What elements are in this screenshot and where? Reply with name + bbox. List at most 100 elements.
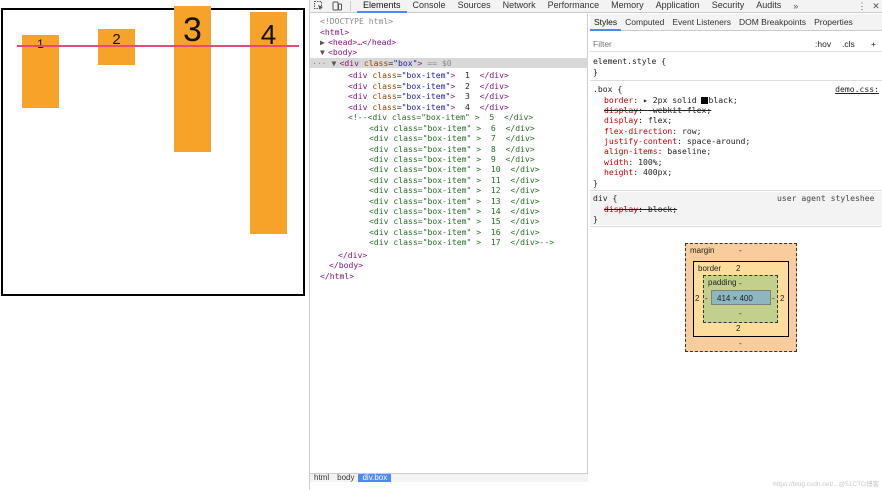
dom-comment-row[interactable]: <div class="box-item" > 14 </div>: [369, 206, 540, 216]
dom-comment-row[interactable]: <div class="box-item" > 12 </div>: [369, 185, 540, 195]
tab-performance[interactable]: Performance: [542, 0, 606, 13]
subtab-dom-breakpoints[interactable]: DOM Breakpoints: [735, 14, 810, 31]
padding-top-value[interactable]: -: [739, 279, 742, 288]
ua-rule-source: user agent styleshee: [777, 193, 875, 203]
dom-comment-row[interactable]: <div class="box-item" > 16 </div>: [369, 227, 540, 237]
tab-security[interactable]: Security: [706, 0, 751, 13]
dom-item-row[interactable]: <div class="box-item"> 1 </div>: [348, 70, 509, 80]
dom-comment-row[interactable]: <div class="box-item" > 15 </div>: [369, 216, 540, 226]
padding-bottom-value[interactable]: -: [739, 309, 742, 318]
toolbar-right: ⋮ ✕: [855, 0, 882, 13]
subtab-styles[interactable]: Styles: [590, 14, 622, 31]
more-tabs-button[interactable]: »: [787, 1, 804, 11]
ua-decl-display: display: block;: [604, 204, 678, 214]
tab-memory[interactable]: Memory: [605, 0, 650, 13]
breadcrumb-div-box[interactable]: div.box: [358, 474, 392, 482]
padding-label: padding: [708, 278, 737, 287]
rule-divider: [590, 190, 882, 191]
devtools-tab-bar: Elements Console Sources Network Perform…: [310, 0, 882, 13]
dom-comment-row[interactable]: <div class="box-item" > 8 </div>: [369, 144, 535, 154]
dom-comment-row[interactable]: <div class="box-item" > 9 </div>: [369, 154, 535, 164]
breadcrumb-html[interactable]: html: [310, 474, 333, 482]
flex-box-container: 1 2 3 4: [1, 6, 305, 296]
customize-menu-icon[interactable]: ⋮: [855, 0, 869, 13]
dom-body-close[interactable]: </body>: [329, 260, 363, 270]
dom-comment-row[interactable]: <!--<div class="box-item" > 5 </div>: [348, 112, 533, 122]
class-toggle[interactable]: .cls: [842, 36, 855, 52]
css-decl-height[interactable]: height: 400px;: [604, 167, 672, 177]
toolbar-divider: [350, 1, 351, 11]
css-decl-display[interactable]: display: flex;: [604, 115, 672, 125]
tab-sources[interactable]: Sources: [452, 0, 497, 13]
close-devtools-icon[interactable]: ✕: [869, 0, 882, 13]
box-item-3: 3: [174, 6, 211, 152]
margin-top-value[interactable]: -: [739, 246, 742, 255]
content-size-value[interactable]: 414 × 400: [717, 294, 753, 303]
dom-comment-row[interactable]: <div class="box-item" > 13 </div>: [369, 196, 540, 206]
css-decl-width[interactable]: width: 100%;: [604, 157, 663, 167]
tab-audits[interactable]: Audits: [750, 0, 787, 13]
border-left-value[interactable]: 2: [695, 294, 699, 303]
collapse-triangle-icon[interactable]: ▼: [332, 58, 340, 68]
tab-application[interactable]: Application: [650, 0, 706, 13]
subtab-event-listeners[interactable]: Event Listeners: [668, 14, 735, 31]
dom-comment-row[interactable]: <div class="box-item" > 7 </div>: [369, 133, 535, 143]
dom-box-attr-value: "box": [393, 58, 418, 68]
css-decl-flex-direction[interactable]: flex-direction: row;: [604, 126, 701, 136]
border-right-value[interactable]: 2: [780, 294, 784, 303]
ua-rule-selector[interactable]: div {: [593, 193, 617, 203]
dom-box-div-selected[interactable]: ··· ▼ <div class="box"> == $0: [310, 58, 588, 68]
dom-comment-row[interactable]: <div class="box-item" > 17 </div>-->: [369, 237, 554, 247]
dom-html-close[interactable]: </html>: [320, 271, 354, 281]
box-item-2: 2: [98, 29, 135, 65]
dom-body-tag: <body>: [328, 47, 358, 57]
subtab-computed[interactable]: Computed: [621, 14, 668, 31]
devtools-window: Elements Console Sources Network Perform…: [309, 0, 882, 490]
dom-body[interactable]: ▼ <body>: [320, 47, 357, 57]
page-preview: 1 2 3 4: [0, 0, 306, 490]
new-style-rule-button[interactable]: +: [871, 36, 876, 52]
dom-item-row[interactable]: <div class="box-item"> 3 </div>: [348, 91, 509, 101]
dom-head[interactable]: ▶ <head>…</head>: [320, 37, 396, 47]
css-decl-align-items[interactable]: align-items: baseline;: [604, 146, 711, 156]
tab-elements[interactable]: Elements: [357, 0, 407, 13]
dom-comment-row[interactable]: <div class="box-item" > 11 </div>: [369, 175, 540, 185]
box-rule-selector[interactable]: .box {: [593, 84, 622, 94]
border-top-value[interactable]: 2: [736, 264, 740, 273]
padding-left-value[interactable]: -: [705, 294, 708, 303]
box-rule-source-link[interactable]: demo.css:: [835, 84, 879, 94]
styles-panel: Styles Computed Event Listeners DOM Brea…: [590, 14, 882, 490]
hover-state-toggle[interactable]: :hov: [815, 36, 831, 52]
dom-comment-row[interactable]: <div class="box-item" > 6 </div>: [369, 123, 535, 133]
css-decl-display-webkit[interactable]: display: -webkit-flex;: [604, 105, 711, 115]
tab-console[interactable]: Console: [407, 0, 452, 13]
dom-box-attr: class: [363, 58, 389, 68]
tab-network[interactable]: Network: [497, 0, 542, 13]
dom-item-row[interactable]: <div class="box-item"> 4 </div>: [348, 102, 509, 112]
subtab-properties[interactable]: Properties: [810, 14, 857, 31]
dom-html-open[interactable]: <html>: [320, 27, 349, 37]
dom-item-row[interactable]: <div class="box-item"> 2 </div>: [348, 81, 509, 91]
border-bottom-value[interactable]: 2: [736, 324, 740, 333]
css-decl-border[interactable]: border: ▸ 2px solid black;: [604, 95, 738, 105]
element-style-selector[interactable]: element.style {: [593, 56, 666, 66]
dom-head-tag: <head>…</head>: [328, 37, 397, 47]
styles-subtabs: Styles Computed Event Listeners DOM Brea…: [590, 14, 882, 31]
css-decl-justify-content[interactable]: justify-content: space-around;: [604, 136, 750, 146]
inspect-element-icon[interactable]: [310, 0, 328, 13]
breadcrumb: html body div.box: [310, 473, 588, 482]
expand-triangle-icon[interactable]: ▶: [320, 37, 328, 47]
padding-right-value[interactable]: -: [772, 294, 775, 303]
dom-div-close[interactable]: </div>: [338, 250, 367, 260]
styles-filter-input[interactable]: [593, 36, 773, 51]
dom-box-tag-open: <div: [339, 58, 364, 68]
element-style-close: }: [593, 67, 598, 77]
breadcrumb-body[interactable]: body: [333, 474, 358, 482]
margin-bottom-value[interactable]: -: [739, 339, 742, 348]
dom-doctype[interactable]: <!DOCTYPE html>: [320, 16, 393, 26]
dom-comment-row[interactable]: <div class="box-item" > 10 </div>: [369, 164, 540, 174]
collapse-triangle-icon[interactable]: ▼: [320, 47, 328, 57]
device-toolbar-icon[interactable]: [328, 0, 346, 13]
ellipsis-icon: ···: [312, 58, 332, 68]
box-rule-close: }: [593, 178, 598, 188]
